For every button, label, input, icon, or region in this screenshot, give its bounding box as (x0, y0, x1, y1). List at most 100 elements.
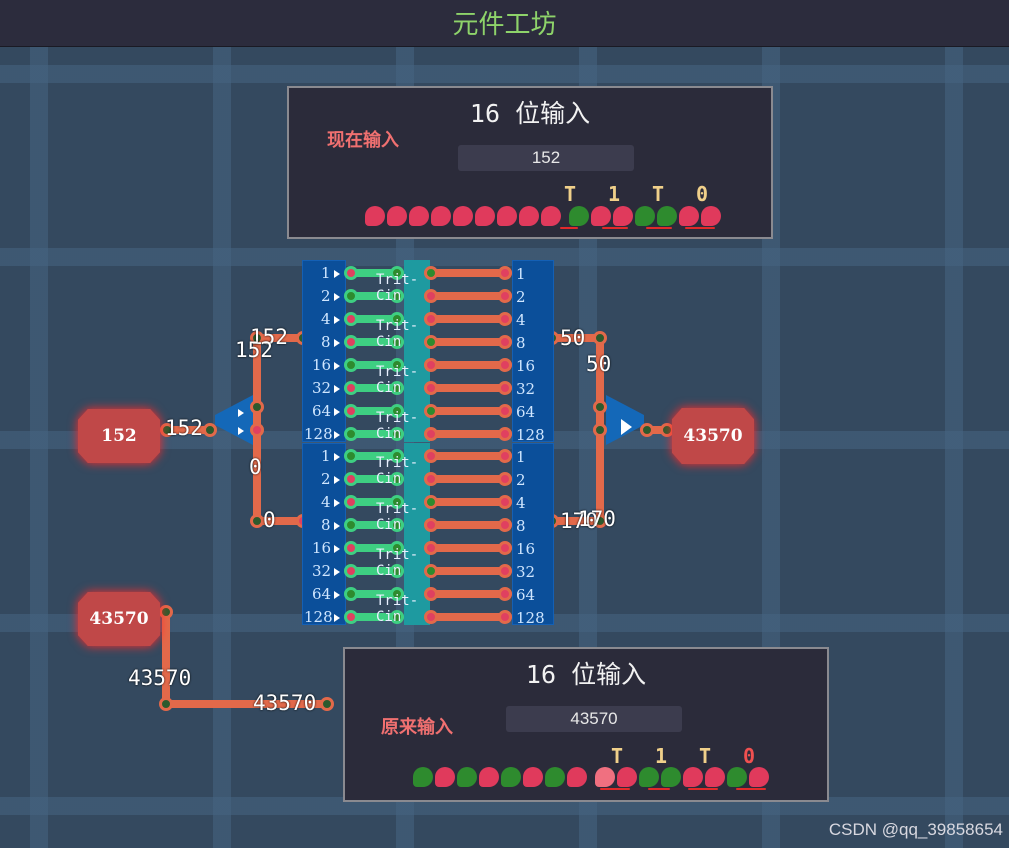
bit-pin[interactable] (498, 381, 512, 395)
bit-pin[interactable] (344, 518, 358, 532)
trit-cell[interactable] (705, 767, 725, 787)
bit-pin[interactable] (498, 404, 512, 418)
wire-pin[interactable] (640, 423, 654, 437)
bit-pin[interactable] (424, 518, 438, 532)
input-now-node[interactable]: 152 (78, 409, 160, 463)
bit-pin[interactable] (344, 449, 358, 463)
bit-pin[interactable] (344, 541, 358, 555)
bit-label-right: 2 (516, 471, 526, 489)
output-node[interactable]: 43570 (672, 408, 754, 464)
bottom-panel-value-field[interactable]: 43570 (506, 706, 682, 732)
bit-pin[interactable] (344, 289, 358, 303)
bit-pin[interactable] (424, 358, 438, 372)
trit-cell[interactable] (569, 206, 589, 226)
trit-cell[interactable] (453, 206, 473, 226)
bit-pin[interactable] (424, 289, 438, 303)
trit-cell[interactable] (545, 767, 565, 787)
bit-pin[interactable] (344, 495, 358, 509)
bit-pin[interactable] (344, 404, 358, 418)
bit-pin[interactable] (498, 427, 512, 441)
bit-pin[interactable] (498, 266, 512, 280)
bit-label-left: 32 (312, 562, 332, 580)
wire-pin[interactable] (250, 423, 264, 437)
wire-pin[interactable] (593, 331, 607, 345)
bit-pin[interactable] (344, 335, 358, 349)
trit-cell[interactable] (409, 206, 429, 226)
wire-pin[interactable] (159, 605, 173, 619)
trit-cell[interactable] (457, 767, 477, 787)
bit-pin[interactable] (424, 495, 438, 509)
bit-pin[interactable] (424, 404, 438, 418)
component-name-label: Trit-Cin (376, 272, 419, 304)
trit-label: 1 (607, 182, 621, 206)
bit-pin[interactable] (498, 518, 512, 532)
bit-pin[interactable] (498, 312, 512, 326)
bit-pin[interactable] (498, 472, 512, 486)
wire-pin[interactable] (250, 400, 264, 414)
trit-cell[interactable] (727, 767, 747, 787)
bit-pin[interactable] (498, 587, 512, 601)
trit-cell[interactable] (475, 206, 495, 226)
bit-pin[interactable] (344, 587, 358, 601)
trit-cell[interactable] (413, 767, 433, 787)
bit-pin[interactable] (344, 564, 358, 578)
trit-cell[interactable] (365, 206, 385, 226)
bit-pin[interactable] (424, 541, 438, 555)
trit-cell[interactable] (661, 767, 681, 787)
bit-pin[interactable] (424, 564, 438, 578)
wire-pin[interactable] (593, 423, 607, 437)
bit-pin[interactable] (424, 449, 438, 463)
bit-pin[interactable] (498, 289, 512, 303)
bit-pin[interactable] (498, 335, 512, 349)
trit-cell[interactable] (479, 767, 499, 787)
trit-cell[interactable] (523, 767, 543, 787)
trit-cell[interactable] (595, 767, 615, 787)
wire-pin[interactable] (159, 697, 173, 711)
trit-cell[interactable] (639, 767, 659, 787)
bit-pin[interactable] (344, 358, 358, 372)
wire-pin[interactable] (203, 423, 217, 437)
trit-cell[interactable] (387, 206, 407, 226)
wire-pin[interactable] (320, 697, 334, 711)
bit-pin[interactable] (424, 335, 438, 349)
bit-pin[interactable] (424, 472, 438, 486)
trit-cell[interactable] (567, 767, 587, 787)
bit-pin[interactable] (424, 610, 438, 624)
bit-pin[interactable] (498, 541, 512, 555)
wire-pin[interactable] (250, 514, 264, 528)
bit-pin[interactable] (498, 449, 512, 463)
trit-cell[interactable] (749, 767, 769, 787)
bit-pin[interactable] (344, 472, 358, 486)
bit-pin[interactable] (344, 266, 358, 280)
trit-cell[interactable] (591, 206, 611, 226)
top-panel-value-field[interactable]: 152 (458, 145, 634, 171)
trit-cell[interactable] (617, 767, 637, 787)
bit-pin[interactable] (424, 427, 438, 441)
bit-pin[interactable] (498, 564, 512, 578)
trit-cell[interactable] (501, 767, 521, 787)
trit-cell[interactable] (635, 206, 655, 226)
trit-cell[interactable] (683, 767, 703, 787)
wire-pin[interactable] (593, 400, 607, 414)
input-orig-node[interactable]: 43570 (78, 592, 160, 646)
bit-pin[interactable] (498, 358, 512, 372)
bit-pin[interactable] (344, 312, 358, 326)
bit-pin[interactable] (344, 381, 358, 395)
trit-cell[interactable] (497, 206, 517, 226)
bit-pin[interactable] (424, 266, 438, 280)
bit-pin[interactable] (344, 610, 358, 624)
trit-cell[interactable] (435, 767, 455, 787)
trit-cell[interactable] (541, 206, 561, 226)
bit-pin[interactable] (498, 610, 512, 624)
bit-pin[interactable] (344, 427, 358, 441)
bit-pin[interactable] (498, 495, 512, 509)
trit-cell[interactable] (657, 206, 677, 226)
trit-cell[interactable] (431, 206, 451, 226)
bit-pin[interactable] (424, 587, 438, 601)
trit-cell[interactable] (701, 206, 721, 226)
bit-pin[interactable] (424, 381, 438, 395)
bit-pin[interactable] (424, 312, 438, 326)
trit-cell[interactable] (519, 206, 539, 226)
trit-cell[interactable] (613, 206, 633, 226)
trit-cell[interactable] (679, 206, 699, 226)
